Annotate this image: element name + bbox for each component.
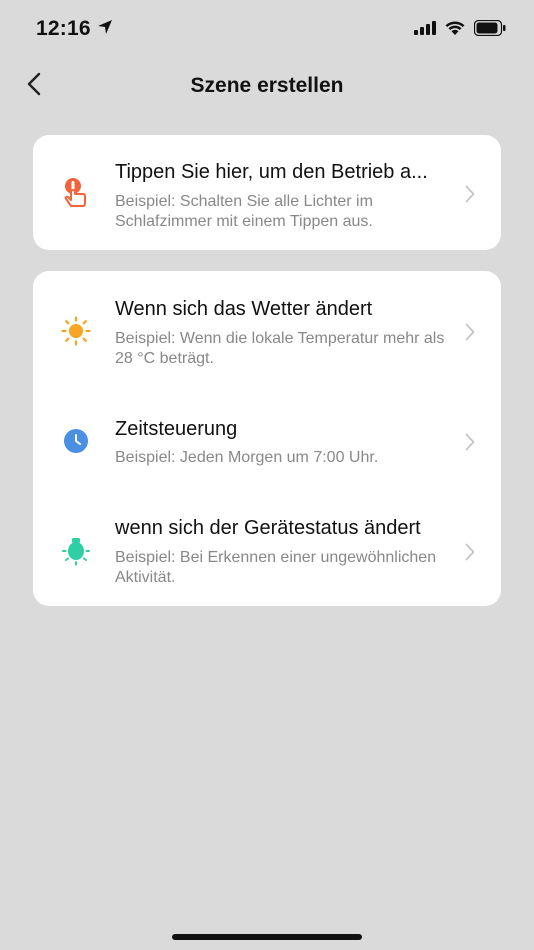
status-time-text: 12:16 — [36, 17, 91, 40]
conditions-card: Wenn sich das Wetter ändert Beispiel: We… — [33, 271, 501, 606]
condition-weather-desc: Beispiel: Wenn die lokale Temperatur meh… — [115, 330, 445, 367]
location-arrow-icon — [97, 17, 113, 41]
chevron-right-icon — [463, 321, 477, 343]
condition-schedule-text: Zeitsteuerung Beispiel: Jeden Morgen um … — [115, 418, 451, 468]
status-icons — [414, 19, 506, 41]
cellular-signal-icon — [414, 21, 436, 40]
condition-schedule-row[interactable]: Zeitsteuerung Beispiel: Jeden Morgen um … — [33, 391, 501, 491]
chevron-right-icon — [463, 541, 477, 563]
sun-icon — [61, 316, 91, 346]
condition-schedule-desc: Beispiel: Jeden Morgen um 7:00 Uhr. — [115, 449, 379, 466]
condition-weather-text: Wenn sich das Wetter ändert Beispiel: We… — [115, 298, 451, 369]
tap-to-run-text: Tippen Sie hier, um den Betrieb a... Bei… — [115, 161, 451, 232]
battery-icon — [473, 19, 506, 41]
page-title: Szene erstellen — [190, 74, 344, 97]
condition-device-status-desc: Beispiel: Bei Erkennen einer ungewöhnlic… — [115, 549, 437, 586]
condition-weather-title: Wenn sich das Wetter ändert — [115, 298, 373, 320]
status-bar: 12:16 — [0, 0, 534, 60]
tap-to-run-desc: Beispiel: Schalten Sie alle Lichter im S… — [115, 193, 373, 230]
clock-icon — [61, 426, 91, 456]
chevron-right-icon — [463, 183, 477, 205]
condition-device-status-text: wenn sich der Gerätestatus ändert Beispi… — [115, 517, 451, 588]
condition-schedule-title: Zeitsteuerung — [115, 418, 238, 440]
chevron-right-icon — [463, 431, 477, 453]
tap-to-run-card: Tippen Sie hier, um den Betrieb a... Bei… — [33, 135, 501, 250]
wifi-icon — [444, 20, 466, 41]
tap-to-run-row[interactable]: Tippen Sie hier, um den Betrieb a... Bei… — [33, 135, 501, 250]
condition-device-status-row[interactable]: wenn sich der Gerätestatus ändert Beispi… — [33, 491, 501, 606]
status-time: 12:16 — [36, 17, 113, 41]
tap-to-run-title: Tippen Sie hier, um den Betrieb a... — [115, 161, 428, 183]
nav-header: Szene erstellen — [0, 62, 534, 110]
device-bulb-icon — [61, 536, 91, 566]
condition-weather-row[interactable]: Wenn sich das Wetter ändert Beispiel: We… — [33, 271, 501, 391]
tap-hand-icon — [61, 178, 91, 208]
home-indicator[interactable] — [172, 934, 362, 940]
condition-device-status-title: wenn sich der Gerätestatus ändert — [115, 517, 421, 539]
